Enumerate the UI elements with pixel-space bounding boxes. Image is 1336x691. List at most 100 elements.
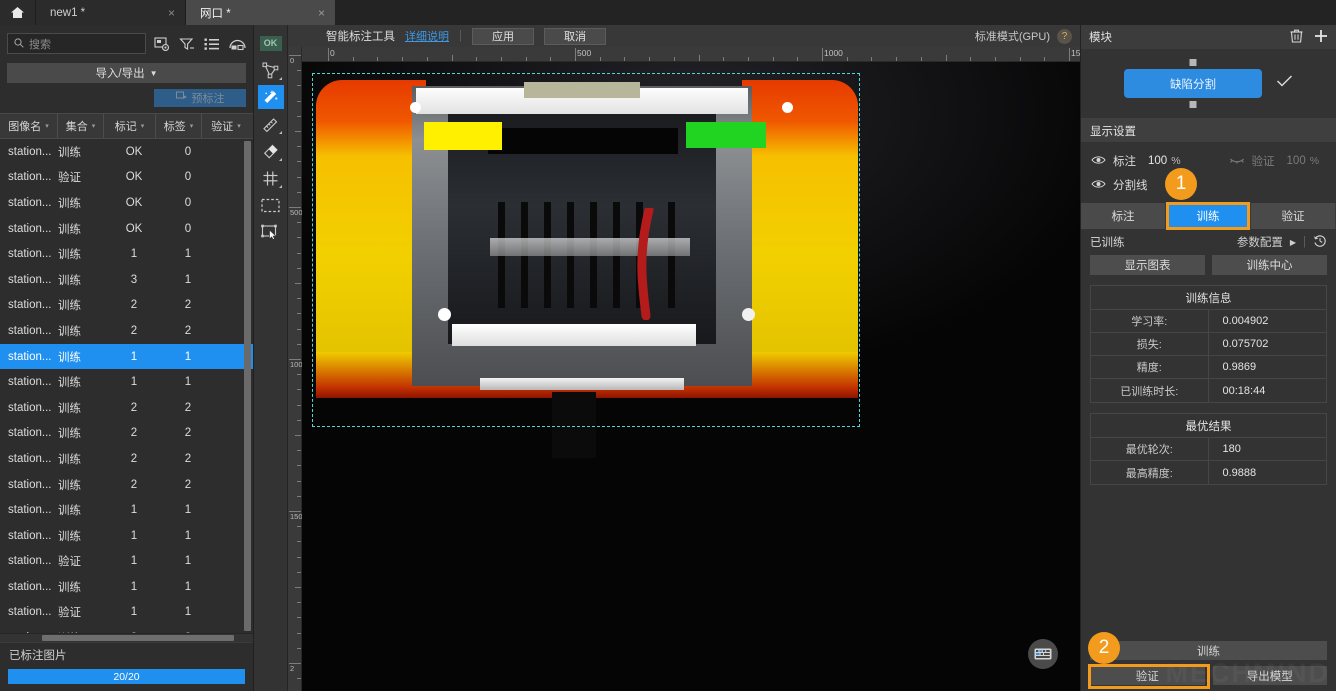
ruler-tick <box>476 57 478 61</box>
ruler-label: 0 <box>330 48 335 58</box>
move-tool-icon[interactable] <box>258 220 284 244</box>
grid-tool-icon[interactable] <box>258 166 284 190</box>
table-row[interactable]: station...训练22 <box>0 421 253 447</box>
show-chart-button[interactable]: 显示图表 <box>1090 255 1205 275</box>
close-icon[interactable]: × <box>318 6 325 20</box>
param-config-label[interactable]: 参数配置 <box>1237 234 1283 250</box>
gallery-view-icon[interactable] <box>228 35 246 53</box>
image-list-panel: 搜索 导入/导出 ▼ 预标注 图像名 ▾ 集合 ▾ 标记 ▾ 标签 ▾ 验证 ▾… <box>0 25 254 691</box>
table-row[interactable]: station... 训练 1 1 <box>0 497 253 523</box>
node-handle-top[interactable] <box>1189 59 1197 66</box>
polygon-tool-icon[interactable] <box>258 58 284 82</box>
image-list[interactable]: station... 训练 OK 0 station... 验证 OK 0 station...… <box>0 139 253 633</box>
column-header-set[interactable]: 集合 ▾ <box>58 114 104 138</box>
training-center-button[interactable]: 训练中心 <box>1212 255 1327 275</box>
eye-icon[interactable] <box>1091 155 1106 168</box>
table-row[interactable]: station... 训练 1 1 <box>0 343 253 370</box>
table-row[interactable]: station...训练22 <box>0 293 253 319</box>
table-row[interactable]: station... 训练 OK 0 <box>0 139 253 165</box>
row-value: 0.075702 <box>1222 338 1269 350</box>
chevron-right-icon[interactable]: ▶ <box>1290 238 1296 247</box>
keyboard-shortcut-icon[interactable] <box>1028 639 1058 669</box>
list-vertical-scrollbar[interactable] <box>244 141 251 631</box>
table-header: 图像名 ▾ 集合 ▾ 标记 ▾ 标签 ▾ 验证 ▾ <box>0 113 253 139</box>
cell-mark: 2 <box>130 324 138 337</box>
train-button[interactable]: 训练 <box>1090 641 1327 660</box>
tab-new1[interactable]: new1 * × <box>35 0 185 25</box>
module-node-defect-segmentation[interactable]: 缺陷分割 <box>1124 59 1262 108</box>
ruler-tick <box>297 161 301 163</box>
table-row[interactable]: station...训练22 <box>0 318 253 344</box>
trash-icon[interactable] <box>1290 29 1303 46</box>
column-header-verify[interactable]: 验证 ▾ <box>202 114 250 138</box>
history-icon[interactable] <box>1313 234 1327 251</box>
prelabel-button[interactable]: 预标注 <box>154 89 246 107</box>
table-row[interactable]: station...训练22 <box>0 395 253 421</box>
eye-closed-icon[interactable] <box>1229 155 1245 168</box>
cell-image-name: station... <box>8 427 52 440</box>
table-row[interactable]: station... 验证 1 1 <box>0 600 253 626</box>
cell-set: 训练 <box>58 197 81 210</box>
eraser-tool-icon[interactable] <box>258 139 284 163</box>
display-value[interactable]: 100 <box>1287 155 1306 167</box>
close-icon[interactable]: × <box>168 6 175 20</box>
magic-wand-tool-icon[interactable] <box>257 85 284 109</box>
cell-set: 训练 <box>58 223 81 236</box>
table-row[interactable]: station... 训练 OK 0 <box>0 190 253 216</box>
table-row[interactable]: station... 验证 1 1 <box>0 549 253 575</box>
export-model-button[interactable]: 导出模型 <box>1212 666 1327 685</box>
apply-button[interactable]: 应用 <box>472 27 534 45</box>
prelabel-label: 预标注 <box>191 93 225 105</box>
search-input[interactable]: 搜索 <box>7 33 146 54</box>
tab-wangkou[interactable]: 网口 * × <box>185 0 335 25</box>
cancel-button[interactable]: 取消 <box>544 27 606 45</box>
marquee-tool-icon[interactable] <box>258 193 284 217</box>
table-row[interactable]: station...训练22 <box>0 446 253 472</box>
import-export-button[interactable]: 导入/导出 ▼ <box>7 63 246 83</box>
table-row[interactable]: station... 验证 OK 0 <box>0 165 253 191</box>
table-row[interactable]: station... 训练 OK 0 <box>0 216 253 242</box>
ruler-tick <box>289 207 301 208</box>
display-value[interactable]: 100 <box>1148 155 1167 167</box>
column-header-image-name[interactable]: 图像名 ▾ <box>0 114 58 138</box>
param-config-group: 参数配置 ▶ | <box>1237 234 1327 251</box>
table-row[interactable]: station... 训练 3 1 <box>0 267 253 293</box>
prelabel-row: 预标注 <box>0 83 253 113</box>
plus-icon[interactable] <box>1314 29 1328 46</box>
cell-mark: 1 <box>130 529 138 542</box>
ok-label: OK <box>259 35 282 51</box>
question-mark-icon[interactable]: ? <box>1057 28 1072 44</box>
ok-badge-icon[interactable]: OK <box>258 31 284 55</box>
tab-validation[interactable]: 验证 <box>1251 203 1336 229</box>
tab-bar: new1 * × 网口 * × <box>0 0 1336 25</box>
eye-icon[interactable] <box>1091 179 1106 192</box>
tab-annotation[interactable]: 标注 <box>1081 203 1166 229</box>
selection-marquee[interactable] <box>312 73 860 427</box>
table-row[interactable]: station... 训练 1 1 <box>0 523 253 549</box>
cell-set: 训练 <box>58 351 81 364</box>
image-filter-icon[interactable] <box>153 35 171 53</box>
display-unit: % <box>1309 155 1320 167</box>
table-row[interactable]: station... 训练 1 1 <box>0 574 253 600</box>
ruler-tick <box>297 617 301 619</box>
ruler-tool-icon[interactable] <box>258 112 284 136</box>
ruler-tick <box>297 495 301 497</box>
funnel-filter-icon[interactable] <box>178 35 196 53</box>
detail-help-link[interactable]: 详细说明 <box>405 28 449 44</box>
image-canvas[interactable] <box>302 62 1080 691</box>
column-header-mark[interactable]: 标记 ▾ <box>104 114 156 138</box>
table-row[interactable]: station...训练22 <box>0 472 253 498</box>
cell-label: 1 <box>184 504 192 517</box>
column-label: 标记 <box>114 121 137 133</box>
table-row[interactable]: station...训练22 <box>0 625 253 633</box>
table-row[interactable]: station... 训练 1 1 <box>0 241 253 267</box>
column-header-label[interactable]: 标签 ▾ <box>156 114 202 138</box>
home-button[interactable] <box>0 0 35 25</box>
ruler-tick <box>402 57 404 61</box>
node-handle-bottom[interactable] <box>1189 101 1197 108</box>
button-label: 导出模型 <box>1246 670 1293 683</box>
ruler-tick <box>297 647 301 649</box>
list-view-icon[interactable] <box>203 35 221 53</box>
list-horizontal-scrollbar[interactable] <box>0 633 253 642</box>
table-row[interactable]: station... 训练 1 1 <box>0 369 253 395</box>
